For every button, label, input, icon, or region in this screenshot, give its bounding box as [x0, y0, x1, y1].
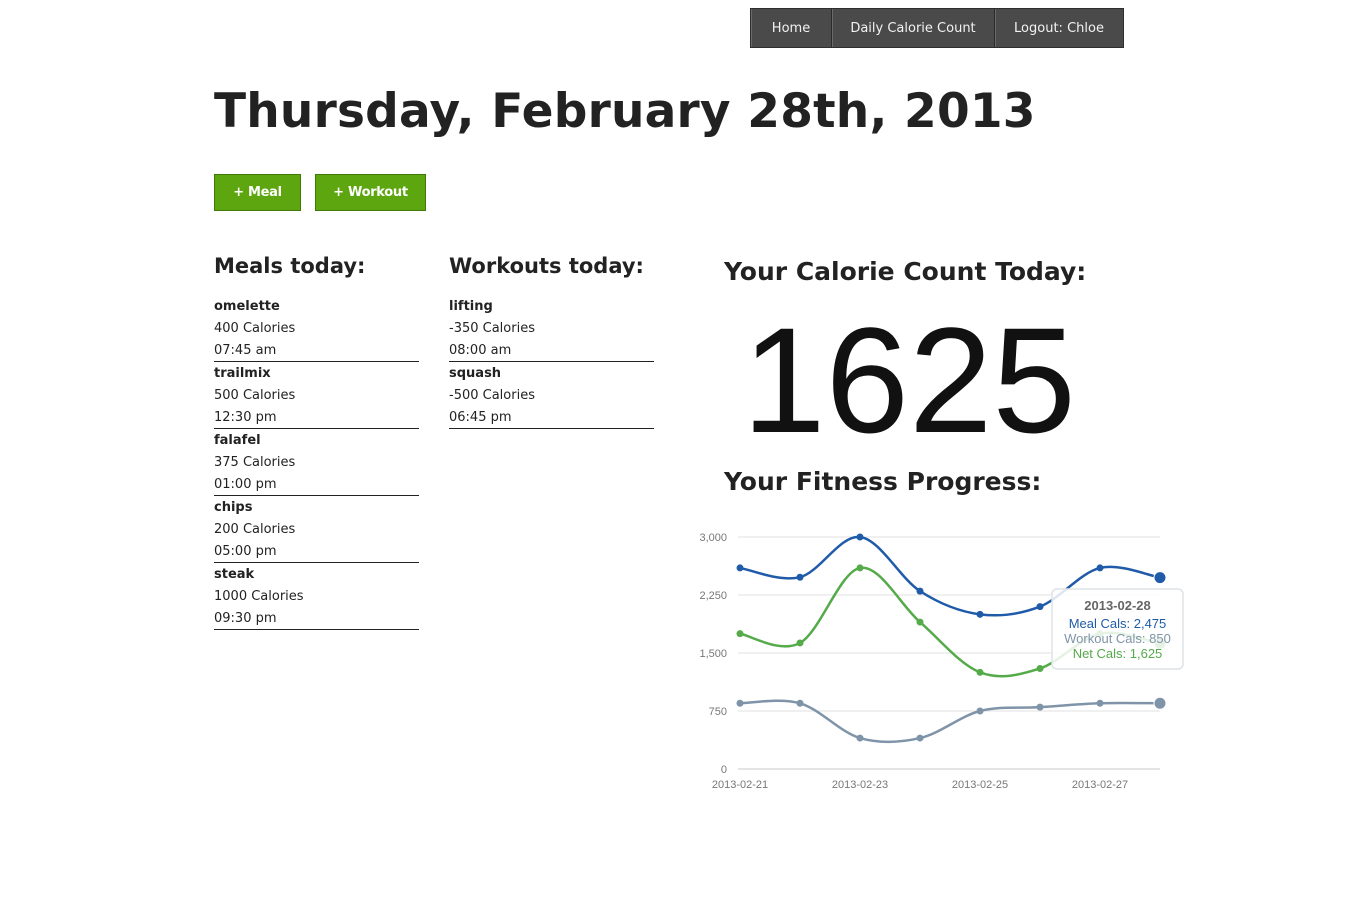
- tooltip-line: Workout Cals: 850: [1064, 631, 1171, 646]
- net-cals-point: [976, 668, 984, 676]
- workout-name: lifting: [449, 299, 493, 314]
- net-cals-point: [796, 639, 804, 647]
- meal-calories: 400 Calories: [214, 321, 296, 336]
- fitness-progress-chart[interactable]: 0 750 1,500 2,250 3,000 2013-02-21 2013-02-23 2…: [680, 520, 1200, 810]
- meal-item: chips 200 Calories 05:00 pm: [214, 497, 419, 563]
- page-title: Thursday, February 28th, 2013: [214, 84, 1036, 139]
- nav-daily-calorie-count-link[interactable]: Daily Calorie Count: [832, 9, 995, 47]
- meal-calories: 200 Calories: [214, 522, 296, 537]
- meal-name: omelette: [214, 299, 280, 314]
- meal-time: 07:45 am: [214, 343, 277, 358]
- meal-cals-point: [796, 573, 804, 581]
- meals-list: omelette 400 Calories 07:45 am trailmix …: [214, 296, 419, 631]
- net-cals-point: [736, 630, 744, 638]
- workout-cals-point: [1153, 696, 1167, 710]
- workout-cals-point: [856, 734, 864, 742]
- meals-title: Meals today:: [214, 254, 366, 278]
- x-tick-label: 2013-02-27: [1072, 779, 1128, 791]
- y-tick-label: 0: [721, 764, 727, 776]
- meal-cals-point: [856, 533, 864, 541]
- meal-calories: 500 Calories: [214, 388, 296, 403]
- meal-time: 12:30 pm: [214, 410, 277, 425]
- nav-home-link[interactable]: Home: [751, 9, 832, 47]
- meal-calories: 375 Calories: [214, 455, 296, 470]
- meal-name: steak: [214, 567, 255, 582]
- tooltip-line: Meal Cals: 2,475: [1069, 616, 1167, 631]
- nav-logout-link[interactable]: Logout: Chloe: [995, 9, 1123, 47]
- workout-time: 08:00 am: [449, 343, 512, 358]
- calorie-count-title: Your Calorie Count Today:: [724, 257, 1087, 286]
- workout-cals-point: [1036, 703, 1044, 711]
- calorie-count-value: 1625: [742, 296, 1076, 464]
- top-nav: Home Daily Calorie Count Logout: Chloe: [750, 8, 1124, 48]
- meal-calories: 1000 Calories: [214, 589, 304, 604]
- workout-cals-point: [1096, 699, 1104, 707]
- net-cals-point: [856, 564, 864, 572]
- workout-item: lifting -350 Calories 08:00 am: [449, 296, 654, 362]
- workout-cals-point: [916, 734, 924, 742]
- add-meal-button[interactable]: + Meal: [214, 174, 301, 211]
- meal-time: 05:00 pm: [214, 544, 277, 559]
- meal-cals-point: [916, 587, 924, 595]
- workout-time: 06:45 pm: [449, 410, 512, 425]
- workouts-title: Workouts today:: [449, 254, 644, 278]
- meal-cals-point: [1096, 564, 1104, 572]
- meal-name: chips: [214, 500, 253, 515]
- meal-time: 09:30 pm: [214, 611, 277, 626]
- meal-item: steak 1000 Calories 09:30 pm: [214, 564, 419, 630]
- tooltip-line: Net Cals: 1,625: [1073, 646, 1163, 661]
- tooltip-title: 2013-02-28: [1084, 598, 1151, 613]
- meal-name: trailmix: [214, 366, 271, 381]
- x-tick-label: 2013-02-25: [952, 779, 1008, 791]
- fitness-progress-title: Your Fitness Progress:: [724, 467, 1042, 496]
- meal-cals-point: [976, 610, 984, 618]
- y-tick-label: 1,500: [699, 648, 727, 660]
- meal-name: falafel: [214, 433, 261, 448]
- workout-cals-point: [796, 699, 804, 707]
- workout-item: squash -500 Calories 06:45 pm: [449, 363, 654, 429]
- meal-item: trailmix 500 Calories 12:30 pm: [214, 363, 419, 429]
- workout-name: squash: [449, 366, 502, 381]
- x-tick-label: 2013-02-21: [712, 779, 768, 791]
- x-tick-label: 2013-02-23: [832, 779, 888, 791]
- y-tick-label: 2,250: [699, 590, 727, 602]
- meal-item: omelette 400 Calories 07:45 am: [214, 296, 419, 362]
- net-cals-point: [916, 618, 924, 626]
- y-tick-label: 3,000: [699, 532, 727, 544]
- add-workout-button[interactable]: + Workout: [315, 174, 426, 211]
- meal-cals-point: [736, 564, 744, 572]
- workout-calories: -500 Calories: [449, 388, 535, 403]
- meal-item: falafel 375 Calories 01:00 pm: [214, 430, 419, 496]
- meal-cals-point: [1036, 603, 1044, 611]
- workout-cals-point: [736, 699, 744, 707]
- meal-time: 01:00 pm: [214, 477, 277, 492]
- meal-cals-point: [1153, 571, 1167, 585]
- net-cals-point: [1036, 664, 1044, 672]
- y-tick-label: 750: [709, 706, 727, 718]
- workout-cals-point: [976, 707, 984, 715]
- workout-cals-series-line: [739, 699, 1161, 744]
- workout-calories: -350 Calories: [449, 321, 535, 336]
- workouts-list: lifting -350 Calories 08:00 am squash -5…: [449, 296, 654, 430]
